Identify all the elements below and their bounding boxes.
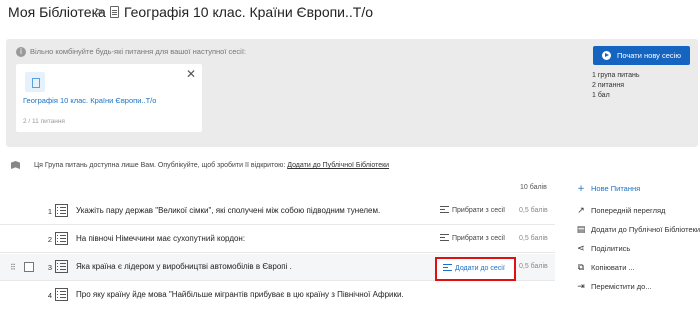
copy-icon: ⧉ [577,263,585,273]
question-list-icon [55,232,68,245]
question-text[interactable]: Укажіть пару держав "Великої сімки", які… [76,206,380,215]
question-text[interactable]: На півночі Німеччини має сухопутний корд… [76,234,245,243]
library-icon [11,161,20,169]
plus-icon: + [577,184,585,194]
question-points: 0,5 балів [519,207,548,214]
summary-questions: 2 питання [592,82,625,89]
drag-handle-icon[interactable]: ⠿ [10,263,16,272]
move-button[interactable]: ⇥ Перемістити до... [575,282,652,292]
share-button[interactable]: ⋖ Поділитись [575,244,630,254]
preview-button[interactable]: ↗ Попередній перегляд [575,206,665,216]
question-text[interactable]: Про яку країну йде мова "Найбільше мігра… [76,290,404,299]
question-row[interactable]: 2 На півночі Німеччини має сухопутний ко… [0,226,555,253]
preview-label: Попередній перегляд [591,206,666,215]
share-icon: ⋖ [577,244,585,254]
info-icon: i [16,47,26,57]
remove-list-icon [440,234,449,241]
add-to-public-library-link[interactable]: Додати до Публічної Бібліотеки [287,162,389,169]
summary-points: 1 бал [592,92,610,99]
question-row[interactable]: ⠿ 3 Яка країна є лідером у виробництві а… [0,254,555,281]
add-to-session-button[interactable]: Додати до сесії [435,257,516,281]
question-text[interactable]: Яка країна є лідером у виробництві автом… [76,262,292,271]
session-panel: i Вільно комбінуйте будь-які питання для… [6,39,698,147]
start-new-session-button[interactable]: Почати нову сесію [593,46,690,65]
question-list-icon [55,204,68,217]
breadcrumb-separator: > [95,3,104,19]
total-points: 10 балів [520,184,547,191]
document-icon [110,6,119,18]
question-list-icon [55,260,68,273]
add-to-public-library-button[interactable]: ▤ Додати до Публічної Бібліотеки [575,225,700,235]
header: Моя Бібліотека > Географія 10 клас. Краї… [0,0,700,30]
share-label: Поділитись [591,244,631,253]
arrow-expand-icon: ↗ [577,206,585,216]
remove-from-session-button[interactable]: Прибрати з сесії [440,234,505,242]
notice-text: Ця Група питань доступна лише Вам. Опубл… [34,162,389,169]
close-icon[interactable]: ✕ [186,67,196,81]
question-points: 0,5 балів [519,263,548,270]
question-list-icon [55,288,68,301]
copy-button[interactable]: ⧉ Копіювати ... [575,263,635,273]
action-label: Додати до сесії [455,265,505,272]
question-number: 2 [47,235,52,244]
play-icon [602,51,611,60]
remove-list-icon [440,206,449,213]
session-group-card: ✕ Географія 10 клас. Країни Європи..Т/о … [16,64,202,132]
question-number: 3 [47,263,52,272]
session-info-text: Вільно комбінуйте будь-які питання для в… [30,47,247,56]
summary-groups: 1 група питань [592,72,640,79]
page-title: Географія 10 клас. Країни Європи..Т/о [124,4,374,20]
start-session-label: Почати нову сесію [617,51,681,60]
copy-label: Копіювати ... [591,263,635,272]
library-icon: ▤ [576,225,586,235]
notice-message: Ця Група питань доступна лише Вам. Опубл… [34,162,286,169]
breadcrumb-root[interactable]: Моя Бібліотека [8,4,106,20]
action-label: Прибрати з сесії [452,207,506,214]
question-row[interactable]: 1 Укажіть пару держав "Великої сімки", я… [0,198,555,225]
session-card-title[interactable]: Географія 10 клас. Країни Європи..Т/о [23,96,156,105]
session-card-count: 2 / 11 питання [23,118,65,125]
add-public-label: Додати до Публічної Бібліотеки [591,225,700,234]
remove-from-session-button[interactable]: Прибрати з сесії [440,206,505,214]
new-question-button[interactable]: + Нове Питання [575,184,640,194]
question-number: 1 [47,207,52,216]
document-icon [25,72,45,92]
action-label: Прибрати з сесії [452,235,506,242]
question-points: 0,5 балів [519,235,548,242]
question-checkbox[interactable] [24,262,34,272]
move-label: Перемістити до... [591,282,652,291]
add-list-icon [443,264,452,271]
new-question-label: Нове Питання [591,184,641,193]
move-icon: ⇥ [577,282,585,292]
private-notice: Ця Група питань доступна лише Вам. Опубл… [0,157,700,177]
